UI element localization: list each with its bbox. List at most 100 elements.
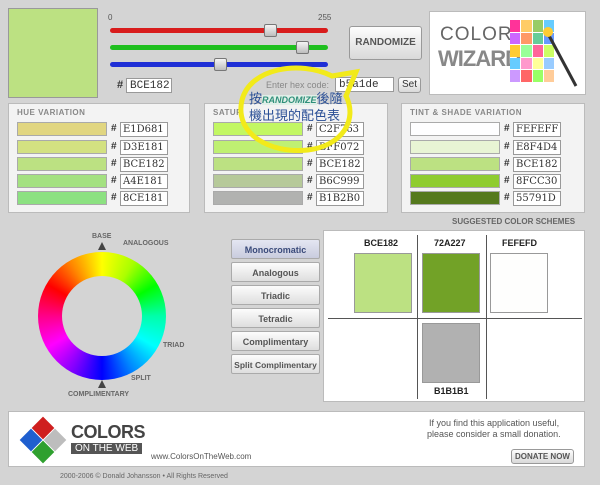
saturation-swatch[interactable] xyxy=(213,157,303,171)
annotation-line1-em: RANDOMIZE xyxy=(262,95,317,105)
tint-hex: FEFEFF xyxy=(513,122,561,137)
hue-hex: D3E181 xyxy=(120,140,168,155)
scheme-color-3-swatch[interactable] xyxy=(490,253,548,313)
slider-max-label: 255 xyxy=(318,13,332,22)
complimentary-pointer-icon xyxy=(98,380,106,388)
red-slider-thumb[interactable] xyxy=(264,24,277,37)
hash-label: # xyxy=(504,123,510,134)
hash-label: # xyxy=(307,158,313,169)
hash-label: # xyxy=(111,123,117,134)
annotation-line1-post: 後隨 xyxy=(316,91,343,106)
tint-hex: 55791D xyxy=(513,191,561,206)
set-button[interactable]: Set xyxy=(398,77,421,93)
hash-label: # xyxy=(504,175,510,186)
saturation-hex: B6C999 xyxy=(316,174,364,189)
suggested-schemes-panel: BCE182 72A227 FEFEFD B1B1B1 xyxy=(323,230,585,402)
hash-label: # xyxy=(111,158,117,169)
scheme-button-monocromatic[interactable]: Monocromatic xyxy=(231,239,320,259)
website-url[interactable]: www.ColorsOnTheWeb.com xyxy=(151,452,251,461)
grid-vline-1 xyxy=(417,235,418,399)
hue-hex: 8CE181 xyxy=(120,191,168,206)
wheel-label-triad: TRIAD xyxy=(163,342,185,349)
scheme-color-3-label: FEFEFD xyxy=(502,238,537,248)
green-slider[interactable] xyxy=(110,41,328,54)
footer-panel: COLORS ON THE WEB www.ColorsOnTheWeb.com… xyxy=(8,411,585,467)
hue-hex: BCE182 xyxy=(120,157,168,172)
saturation-swatch[interactable] xyxy=(213,191,303,205)
hash-label: # xyxy=(307,192,313,203)
scheme-button-tetradic[interactable]: Tetradic xyxy=(231,308,320,328)
hue-variation-panel: HUE VARIATION # E1D681 # D3E181 # BCE182 # A… xyxy=(8,103,190,213)
hue-swatch[interactable] xyxy=(17,140,107,154)
hue-swatch[interactable] xyxy=(17,122,107,136)
hex-input[interactable]: BCE182 xyxy=(126,78,172,93)
scheme-color-1-swatch[interactable] xyxy=(354,253,412,313)
hex-hash: # xyxy=(117,79,124,91)
hue-hex: E1D681 xyxy=(120,122,168,137)
green-slider-thumb[interactable] xyxy=(296,41,309,54)
hash-label: # xyxy=(504,192,510,203)
hash-label: # xyxy=(504,141,510,152)
saturation-swatch[interactable] xyxy=(213,174,303,188)
magic-wand-icon xyxy=(543,27,578,87)
tint-swatch[interactable] xyxy=(410,174,500,188)
grid-hline xyxy=(328,318,582,319)
tint-swatch[interactable] xyxy=(410,191,500,205)
tint-swatch[interactable] xyxy=(410,140,500,154)
donate-text-2: please consider a small donation. xyxy=(427,429,561,439)
wheel-label-base: BASE xyxy=(92,233,112,240)
scheme-color-4-swatch[interactable] xyxy=(422,323,480,383)
hash-label: # xyxy=(111,141,117,152)
logo-color-text: COLOR xyxy=(440,24,513,45)
donate-now-button[interactable]: DONATE NOW xyxy=(511,449,574,464)
hue-swatch[interactable] xyxy=(17,174,107,188)
hash-label: # xyxy=(504,158,510,169)
color-wheel-center xyxy=(62,276,142,356)
suggested-schemes-title: SUGGESTED COLOR SCHEMES xyxy=(452,217,576,226)
saturation-hex: B1B2B0 xyxy=(316,191,364,206)
scheme-button-split-complimentary[interactable]: Split Complimentary xyxy=(231,354,320,374)
color-wheel[interactable] xyxy=(38,252,166,380)
annotation-line1-pre: 按 xyxy=(249,91,263,106)
annotation-text: 按RANDOMIZE後隨 機出現的配色表 xyxy=(249,91,343,124)
red-slider[interactable] xyxy=(110,24,328,37)
current-color-swatch xyxy=(8,8,98,98)
color-wizard-logo: COLOR WIZARD xyxy=(429,11,586,95)
blue-slider-thumb[interactable] xyxy=(214,58,227,71)
hash-label: # xyxy=(111,175,117,186)
logo-wizard-text: WIZARD xyxy=(438,46,521,71)
tint-hex: 8FCC30 xyxy=(513,174,561,189)
tint-hex: E8F4D4 xyxy=(513,140,561,155)
saturation-hex: BCE182 xyxy=(316,157,364,172)
wheel-label-complimentary: COMPLIMENTARY xyxy=(68,391,130,398)
tint-shade-title: TINT & SHADE VARIATION xyxy=(410,108,523,117)
donate-text-1: If you find this application useful, xyxy=(429,418,560,428)
brand-onweb-text: ON THE WEB xyxy=(71,443,143,454)
randomize-button[interactable]: RANDOMIZE xyxy=(349,26,422,60)
annotation-line2: 機出現的配色表 xyxy=(249,108,341,123)
scheme-button-complimentary[interactable]: Complimentary xyxy=(231,331,320,351)
scheme-color-2-label: 72A227 xyxy=(434,238,466,248)
copyright-text: 2000-2006 © Donald Johansson • All Right… xyxy=(60,473,228,480)
cotw-logo-icon xyxy=(19,416,67,464)
hash-label: # xyxy=(111,192,117,203)
hash-label: # xyxy=(307,175,313,186)
tint-swatch[interactable] xyxy=(410,122,500,136)
grid-vline-2 xyxy=(486,235,487,399)
scheme-color-2-swatch[interactable] xyxy=(422,253,480,313)
tint-shade-panel: TINT & SHADE VARIATION # FEFEFF # E8F4D4 #… xyxy=(401,103,585,213)
tint-swatch[interactable] xyxy=(410,157,500,171)
scheme-color-4-label: B1B1B1 xyxy=(434,386,469,396)
slider-min-label: 0 xyxy=(108,13,113,22)
hue-swatch[interactable] xyxy=(17,191,107,205)
hue-swatch[interactable] xyxy=(17,157,107,171)
tint-hex: BCE182 xyxy=(513,157,561,172)
hue-variation-title: HUE VARIATION xyxy=(17,108,86,117)
base-pointer-icon xyxy=(98,242,106,250)
wheel-label-split: SPLIT xyxy=(131,375,151,382)
scheme-button-analogous[interactable]: Analogous xyxy=(231,262,320,282)
brand-colors-text: COLORS xyxy=(71,422,146,442)
hue-hex: A4E181 xyxy=(120,174,168,189)
wheel-label-analogous: ANALOGOUS xyxy=(123,240,169,247)
scheme-button-triadic[interactable]: Triadic xyxy=(231,285,320,305)
